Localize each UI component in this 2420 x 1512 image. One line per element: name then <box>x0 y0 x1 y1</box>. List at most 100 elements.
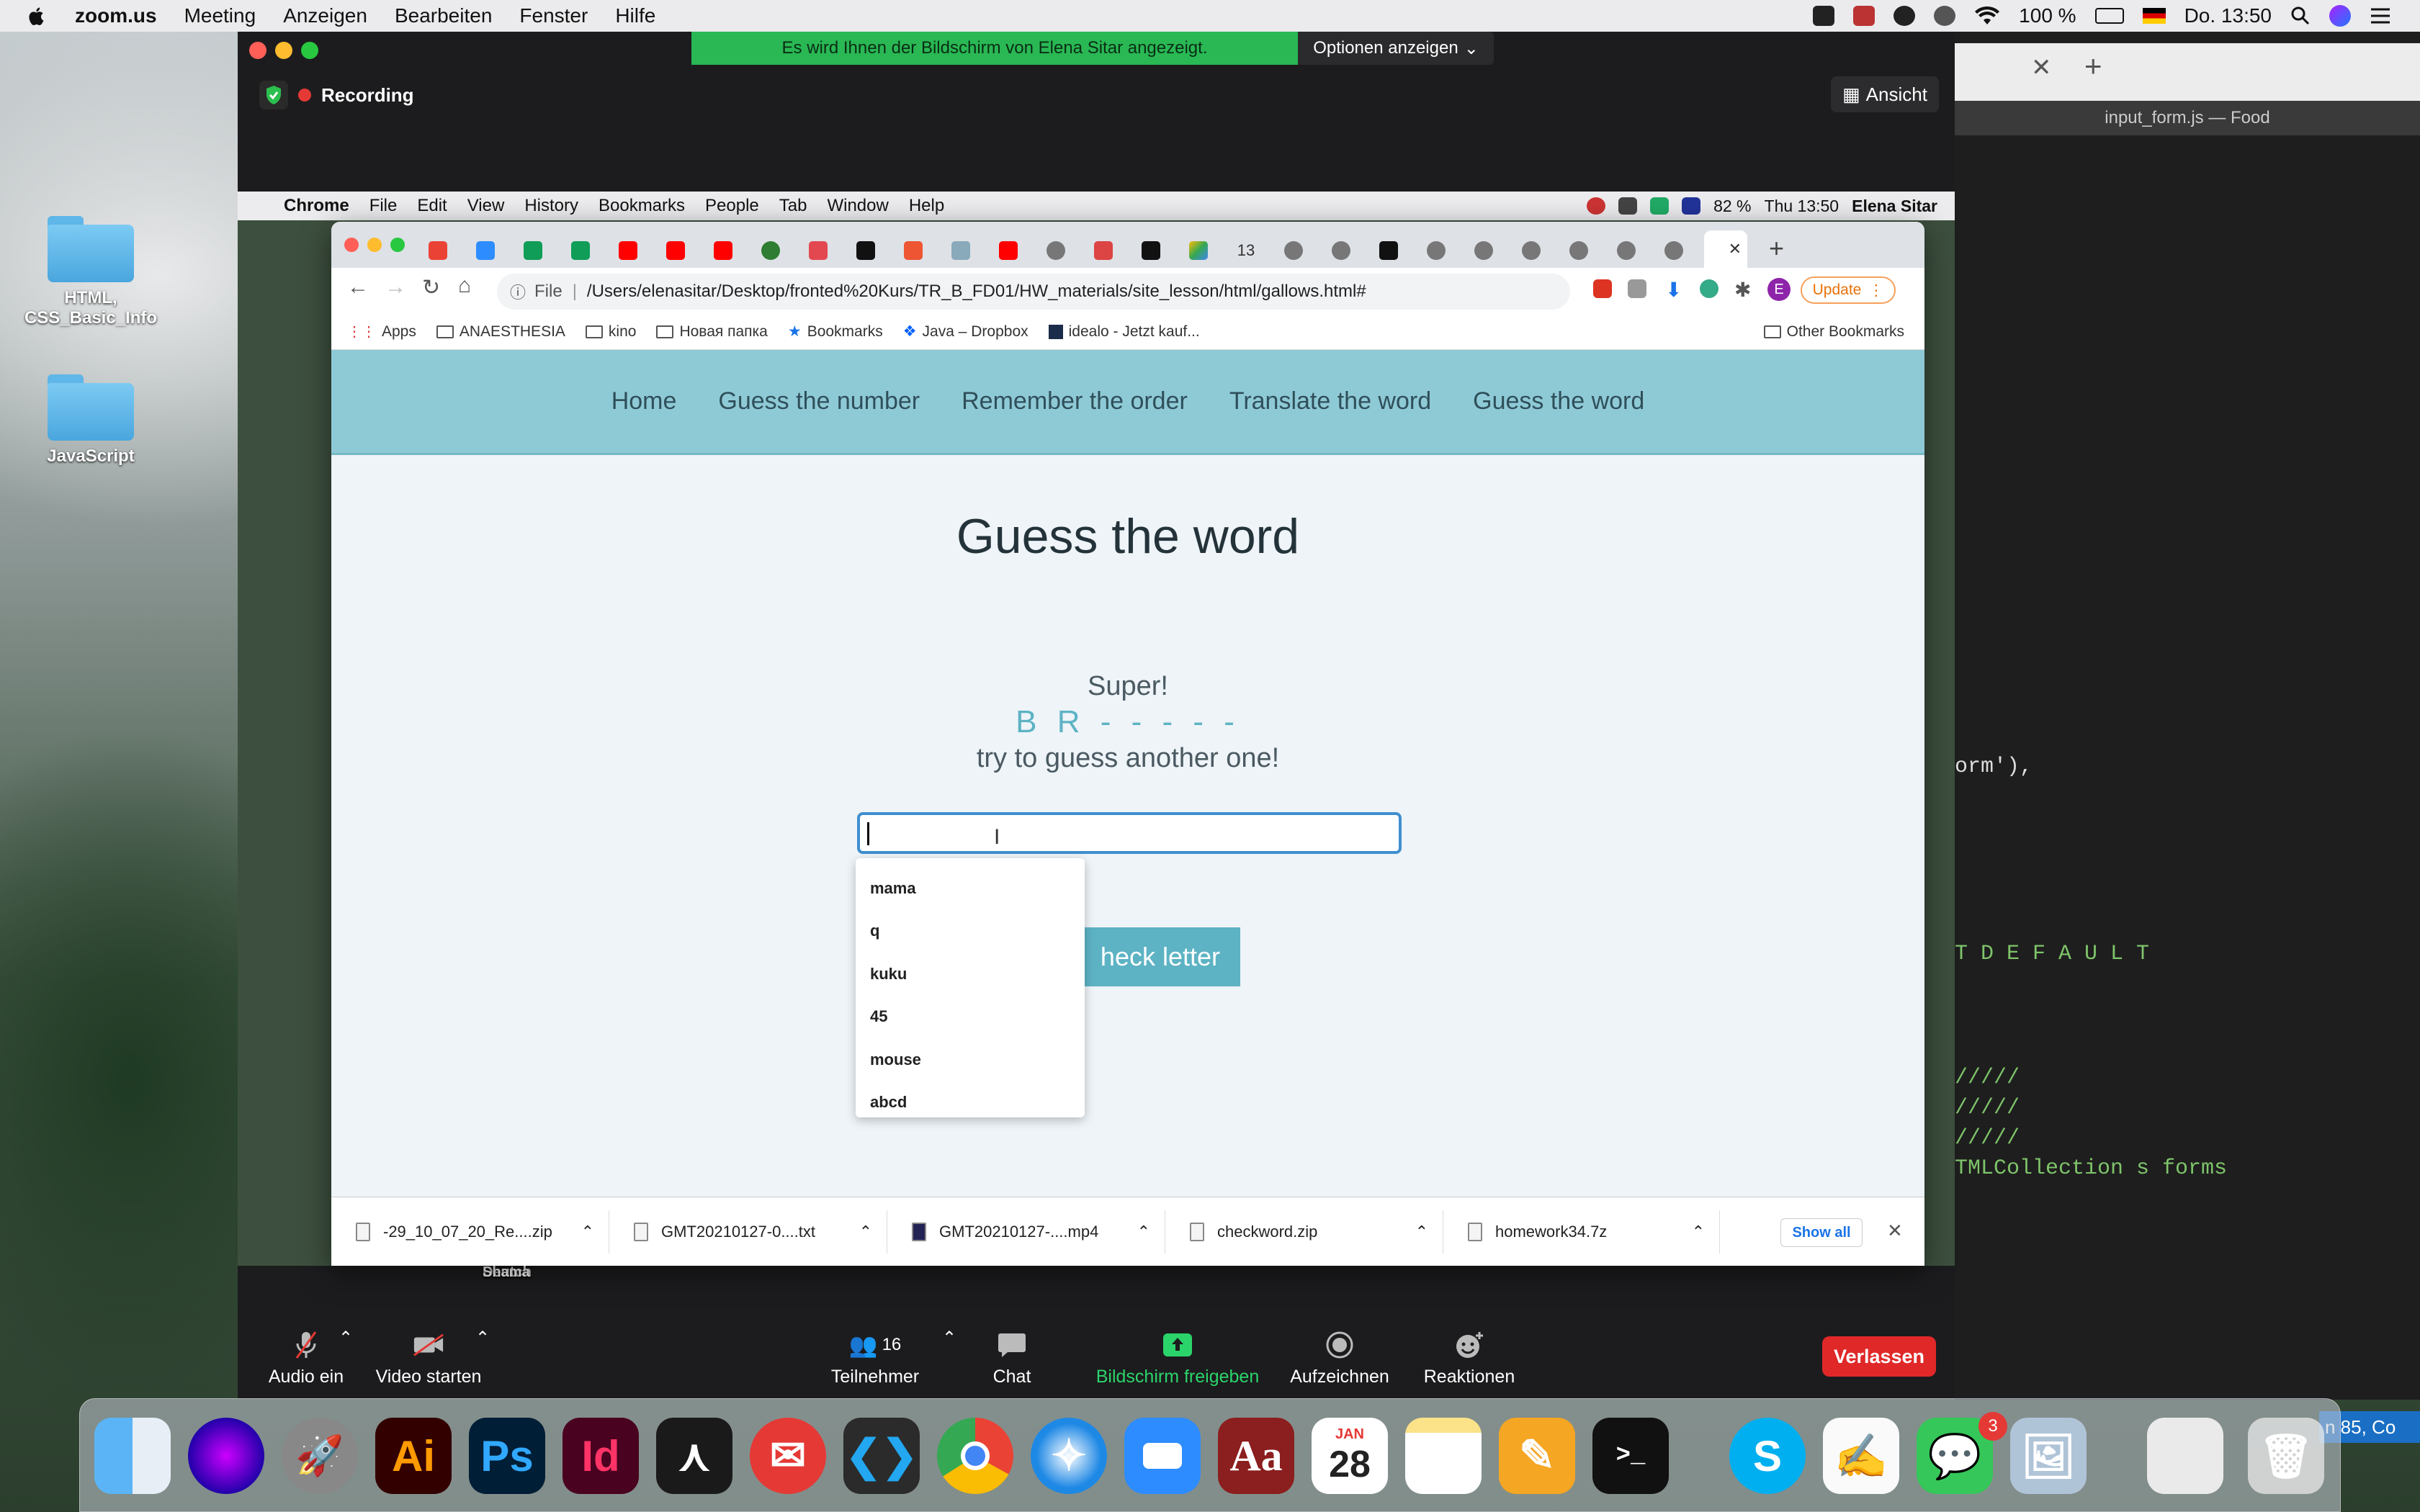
extensions-puzzle-icon[interactable]: ✱ <box>1734 278 1751 302</box>
notes-icon[interactable] <box>1405 1418 1482 1494</box>
desktop-folder-javascript[interactable]: JavaScript <box>12 374 170 467</box>
tab-site[interactable] <box>1276 233 1311 268</box>
active-tab[interactable]: ✕ <box>1704 230 1747 268</box>
battery-icon[interactable] <box>2094 8 2124 24</box>
safari-icon[interactable]: ✧ <box>1031 1418 1107 1494</box>
tab-site[interactable] <box>1039 233 1073 268</box>
tab-site[interactable] <box>944 233 978 268</box>
autocomplete-option[interactable]: mama <box>856 867 1085 910</box>
autocomplete-option[interactable]: abcd <box>856 1081 1085 1125</box>
tab-site[interactable] <box>1419 233 1453 268</box>
tab-site[interactable] <box>1134 233 1168 268</box>
download-item[interactable]: checkword.zip ⌃ <box>1165 1210 1443 1254</box>
show-all-downloads-button[interactable]: Show all <box>1780 1218 1863 1247</box>
bookmark-folder-new[interactable]: Новая папка <box>656 323 768 341</box>
spotlight-search-icon[interactable] <box>2290 6 2311 26</box>
siri-icon[interactable] <box>188 1418 264 1494</box>
control-center-icon[interactable] <box>2370 7 2391 24</box>
illustrator-icon[interactable]: Ai <box>375 1418 452 1494</box>
tab-site[interactable] <box>1466 233 1501 268</box>
back-icon[interactable]: ← <box>347 275 369 300</box>
minimize-window-button[interactable] <box>275 42 292 59</box>
audio-options-chevron-icon[interactable]: ⌃ <box>339 1328 353 1349</box>
menubar-item-bearbeiten[interactable]: Bearbeiten <box>395 4 492 27</box>
tab-site[interactable] <box>1371 233 1406 268</box>
other-bookmarks[interactable]: Other Bookmarks <box>1763 323 1904 341</box>
autocomplete-option[interactable]: q <box>856 910 1085 953</box>
nav-home[interactable]: Home <box>611 387 677 415</box>
tab-youtube[interactable] <box>706 233 740 268</box>
tab-sheets[interactable] <box>563 233 598 268</box>
record-button[interactable]: Aufzeichnen <box>1282 1319 1397 1398</box>
menubar-app-name[interactable]: zoom.us <box>75 4 157 27</box>
autocomplete-option[interactable]: mouse <box>856 1038 1085 1081</box>
tab-drive[interactable] <box>1181 233 1216 268</box>
video-button[interactable]: Video starten <box>375 1319 483 1398</box>
tab-site[interactable] <box>1561 233 1596 268</box>
check-letter-button[interactable]: heck letter <box>1073 927 1240 986</box>
participants-chevron-icon[interactable]: ⌃ <box>942 1328 956 1349</box>
chevron-up-icon[interactable]: ⌃ <box>1692 1223 1705 1241</box>
recording-indicator[interactable]: Recording <box>259 81 414 109</box>
photoshop-icon[interactable]: Ps <box>469 1418 545 1494</box>
new-tab-icon[interactable]: + <box>1769 233 1784 264</box>
home-icon[interactable]: ⌂ <box>458 274 471 298</box>
zoom-window-button[interactable] <box>301 42 318 59</box>
download-item[interactable]: GMT20210127-....mp4 ⌃ <box>887 1210 1165 1254</box>
mail-icon[interactable]: ✉ <box>750 1418 826 1494</box>
extension-icon[interactable] <box>1593 279 1612 298</box>
share-screen-button[interactable]: Bildschirm freigeben <box>1088 1319 1268 1398</box>
tab-zoom[interactable] <box>468 233 503 268</box>
bookmark-folder-kino[interactable]: kino <box>585 323 636 341</box>
tab-youtube[interactable] <box>611 233 645 268</box>
close-window-button[interactable] <box>344 238 359 252</box>
skype-status-icon[interactable] <box>1894 6 1916 26</box>
close-tab-icon[interactable]: ✕ <box>1729 240 1742 258</box>
siri-icon[interactable] <box>2329 5 2351 27</box>
desktop-folder-html-css[interactable]: HTML, CSS_Basic_Info <box>12 216 170 328</box>
forward-icon[interactable]: → <box>385 275 406 300</box>
bookmark-apps[interactable]: ⋮⋮ Apps <box>347 323 416 341</box>
profile-avatar[interactable]: E <box>1767 278 1791 301</box>
autocomplete-option[interactable]: 45 <box>856 996 1085 1039</box>
preview-icon[interactable]: 🖼 <box>2010 1418 2087 1494</box>
vscode-icon[interactable]: ❮❯ <box>843 1418 920 1494</box>
extension-icon[interactable] <box>1628 279 1646 298</box>
tab-youtube[interactable] <box>991 233 1026 268</box>
view-options-button[interactable]: Optionen anzeigen ⌄ <box>1298 32 1494 65</box>
close-tab-icon[interactable]: ✕ <box>2031 53 2052 82</box>
chevron-up-icon[interactable]: ⌃ <box>859 1223 872 1241</box>
apple-icon[interactable] <box>29 5 46 27</box>
tab-youtube[interactable] <box>658 233 693 268</box>
tab-site[interactable] <box>896 233 931 268</box>
chevron-up-icon[interactable]: ⌃ <box>581 1223 594 1241</box>
german-flag-icon[interactable] <box>2142 8 2166 24</box>
launchpad-icon[interactable]: 🚀 <box>282 1418 358 1494</box>
tab-sheets[interactable] <box>516 233 550 268</box>
tab-count[interactable]: 13 <box>1229 233 1263 268</box>
download-item[interactable]: GMT20210127-0....txt ⌃ <box>609 1210 887 1254</box>
chevron-up-icon[interactable]: ⌃ <box>1415 1223 1428 1241</box>
update-button[interactable]: Update ⋮ <box>1801 276 1896 304</box>
finder-icon[interactable] <box>94 1418 171 1494</box>
download-item[interactable]: -29_10_07_20_Re....zip ⌃ <box>331 1210 609 1254</box>
zoom-app-icon[interactable] <box>1124 1418 1201 1494</box>
menubar-item-meeting[interactable]: Meeting <box>184 4 256 27</box>
new-tab-icon[interactable]: + <box>2084 49 2102 84</box>
trash-icon[interactable]: 🗑 <box>2248 1418 2324 1494</box>
bookmark-idealo[interactable]: idealo - Jetzt kauf... <box>1048 323 1200 341</box>
zoom-status-icon[interactable] <box>1813 6 1835 26</box>
reload-icon[interactable]: ↻ <box>422 275 440 300</box>
minimize-window-button[interactable] <box>367 238 382 252</box>
participants-button[interactable]: 👥 16 Teilnehmer <box>828 1319 922 1398</box>
dropbox-status-icon[interactable] <box>1853 6 1876 26</box>
zoom-window-button[interactable] <box>390 238 405 252</box>
download-item[interactable]: homework34.7z ⌃ <box>1443 1210 1720 1254</box>
acrobat-icon[interactable]: ⋏ <box>656 1418 732 1494</box>
tab-site[interactable] <box>753 233 788 268</box>
close-window-button[interactable] <box>249 42 266 59</box>
calendar-icon[interactable]: JAN 28 <box>1312 1418 1388 1494</box>
tab-site[interactable] <box>1324 233 1358 268</box>
menubar-item-fenster[interactable]: Fenster <box>519 4 588 27</box>
document-window-icon[interactable] <box>2147 1418 2223 1494</box>
